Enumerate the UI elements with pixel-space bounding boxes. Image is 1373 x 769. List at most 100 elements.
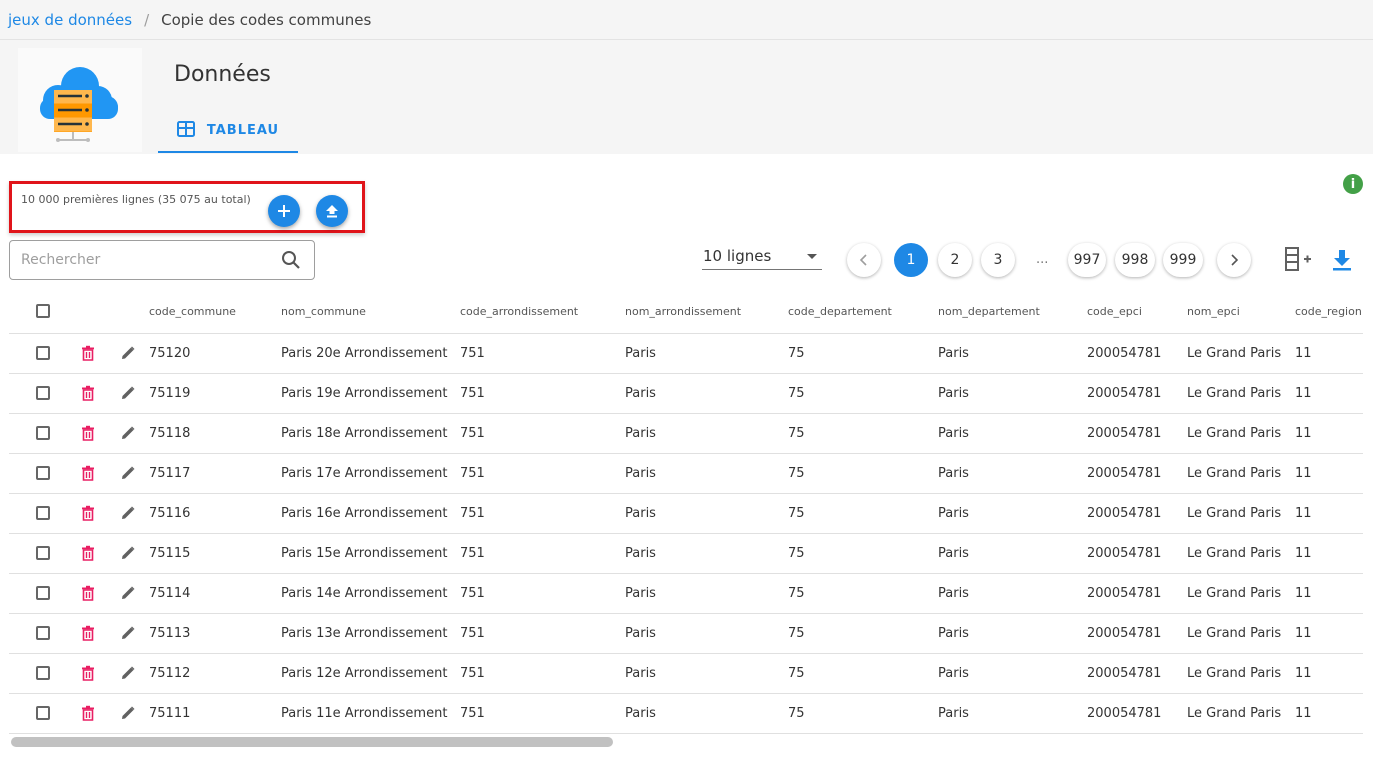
pagination-prev-button[interactable]	[847, 243, 881, 277]
column-header[interactable]: code_commune	[149, 290, 281, 334]
column-header[interactable]: nom_commune	[281, 290, 460, 334]
row-checkbox[interactable]	[36, 586, 50, 600]
trash-icon[interactable]	[70, 465, 106, 481]
data-table: code_commune nom_commune code_arrondisse…	[9, 290, 1363, 734]
search-icon[interactable]	[281, 250, 301, 274]
table-cell: 75115	[149, 533, 281, 574]
row-delete-cell	[70, 413, 106, 454]
pencil-icon[interactable]	[106, 385, 149, 401]
table-cell: Paris	[938, 573, 1087, 614]
table-row: 75116 Paris 16e Arrondissement 751 Paris 75 P…	[9, 493, 1363, 534]
pagination-next-button[interactable]	[1217, 243, 1251, 277]
trash-icon[interactable]	[70, 585, 106, 601]
column-header[interactable]: code_region	[1295, 290, 1363, 334]
table-cell: 75	[788, 493, 938, 534]
table-cell: Paris	[938, 533, 1087, 574]
column-header[interactable]: nom_arrondissement	[625, 290, 788, 334]
table-cell: 75119	[149, 373, 281, 414]
row-checkbox[interactable]	[36, 626, 50, 640]
row-checkbox[interactable]	[36, 706, 50, 720]
table-cell: Paris 18e Arrondissement	[281, 413, 460, 454]
pencil-icon[interactable]	[106, 585, 149, 601]
row-checkbox[interactable]	[36, 506, 50, 520]
pagination-page-997[interactable]: 997	[1068, 243, 1106, 277]
trash-icon[interactable]	[70, 545, 106, 561]
pencil-icon[interactable]	[106, 465, 149, 481]
upload-button[interactable]	[316, 195, 348, 227]
rows-per-page-select[interactable]: 10 lignes	[702, 244, 822, 270]
search-input[interactable]	[21, 250, 271, 270]
breadcrumb-link-datasets[interactable]: jeux de données	[8, 11, 132, 29]
breadcrumb-current: Copie des codes communes	[161, 10, 372, 29]
table-cell: 200054781	[1087, 493, 1187, 534]
table-cell: 75	[788, 693, 938, 734]
table-row: 75117 Paris 17e Arrondissement 751 Paris 75 P…	[9, 453, 1363, 494]
trash-icon[interactable]	[70, 705, 106, 721]
table-cell: Paris 19e Arrondissement	[281, 373, 460, 414]
add-row-button[interactable]	[268, 195, 300, 227]
table-cell: Le Grand Paris	[1187, 613, 1295, 654]
pagination-page-3[interactable]: 3	[981, 243, 1015, 277]
row-select-cell	[9, 693, 70, 734]
cloud-server-icon	[18, 48, 142, 152]
table-cell: Paris	[625, 453, 788, 494]
column-header[interactable]: code_arrondissement	[460, 290, 625, 334]
row-edit-cell	[106, 653, 149, 694]
trash-icon[interactable]	[70, 665, 106, 681]
horizontal-scrollbar[interactable]	[9, 734, 1363, 750]
row-checkbox[interactable]	[36, 386, 50, 400]
pagination-page-1[interactable]: 1	[894, 243, 928, 277]
add-column-icon[interactable]	[1284, 246, 1312, 276]
column-header[interactable]: nom_epci	[1187, 290, 1295, 334]
pagination-page-999[interactable]: 999	[1163, 243, 1203, 277]
highlight-box	[9, 181, 365, 233]
pencil-icon[interactable]	[106, 545, 149, 561]
scrollbar-thumb[interactable]	[11, 737, 613, 747]
row-checkbox[interactable]	[36, 466, 50, 480]
table-cell: 751	[460, 373, 625, 414]
pencil-icon[interactable]	[106, 345, 149, 361]
column-header[interactable]: code_departement	[788, 290, 938, 334]
trash-icon[interactable]	[70, 505, 106, 521]
table-cell: 751	[460, 573, 625, 614]
table-cell: 75120	[149, 333, 281, 374]
table-cell: 11	[1295, 613, 1363, 654]
trash-icon[interactable]	[70, 385, 106, 401]
table-cell: 200054781	[1087, 373, 1187, 414]
row-edit-cell	[106, 573, 149, 614]
table-cell: Paris	[938, 373, 1087, 414]
table-cell: Paris	[625, 533, 788, 574]
row-checkbox[interactable]	[36, 346, 50, 360]
pencil-icon[interactable]	[106, 705, 149, 721]
pencil-icon[interactable]	[106, 625, 149, 641]
row-select-cell	[9, 653, 70, 694]
column-header[interactable]: nom_departement	[938, 290, 1087, 334]
table-cell: Le Grand Paris	[1187, 413, 1295, 454]
pagination-page-998[interactable]: 998	[1115, 243, 1155, 277]
row-checkbox[interactable]	[36, 666, 50, 680]
table-row: 75111 Paris 11e Arrondissement 751 Paris 75 P…	[9, 693, 1363, 734]
trash-icon[interactable]	[70, 345, 106, 361]
pencil-icon[interactable]	[106, 665, 149, 681]
tab-tableau[interactable]: TABLEAU	[158, 110, 298, 153]
table-cell: 751	[460, 413, 625, 454]
row-checkbox[interactable]	[36, 546, 50, 560]
row-edit-cell	[106, 533, 149, 574]
pagination-page-2[interactable]: 2	[938, 243, 972, 277]
download-icon[interactable]	[1330, 248, 1354, 276]
table-cell: 200054781	[1087, 453, 1187, 494]
select-all-checkbox[interactable]	[36, 304, 50, 319]
row-edit-cell	[106, 693, 149, 734]
row-delete-cell	[70, 533, 106, 574]
rows-per-page-value: 10 lignes	[703, 247, 772, 265]
trash-icon[interactable]	[70, 625, 106, 641]
pencil-icon[interactable]	[106, 425, 149, 441]
pencil-icon[interactable]	[106, 505, 149, 521]
row-checkbox[interactable]	[36, 426, 50, 440]
table-cell: Paris 11e Arrondissement	[281, 693, 460, 734]
trash-icon[interactable]	[70, 425, 106, 441]
info-icon[interactable]: i	[1343, 174, 1363, 194]
row-select-cell	[9, 413, 70, 454]
column-header[interactable]: code_epci	[1087, 290, 1187, 334]
row-select-cell	[9, 373, 70, 414]
